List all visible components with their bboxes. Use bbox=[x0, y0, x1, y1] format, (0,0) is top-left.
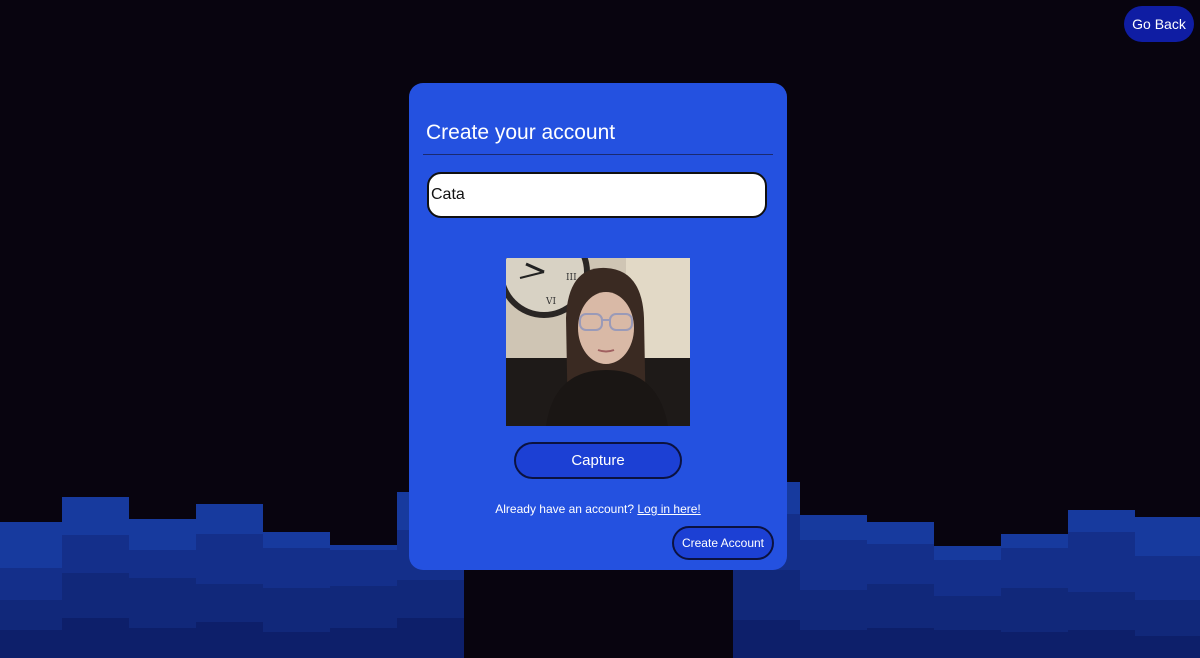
go-back-button[interactable]: Go Back bbox=[1124, 6, 1194, 42]
background-bar-segment bbox=[800, 515, 867, 540]
background-bar-segment bbox=[129, 578, 196, 628]
background-bar-segment bbox=[0, 630, 62, 658]
name-input[interactable] bbox=[427, 172, 767, 218]
background-bar-segment bbox=[263, 588, 330, 632]
webcam-preview: III VI bbox=[506, 258, 690, 426]
svg-text:VI: VI bbox=[545, 297, 556, 307]
background-bar-segment bbox=[0, 600, 62, 630]
background-bar-segment bbox=[0, 522, 62, 568]
page-title: Create your account bbox=[426, 121, 616, 144]
svg-text:III: III bbox=[566, 273, 577, 283]
signup-card: Create your account III VI bbox=[409, 83, 787, 570]
background-bar-segment bbox=[1068, 592, 1135, 630]
background-bar-segment bbox=[867, 584, 934, 628]
background-bar-segment bbox=[800, 540, 867, 590]
background-bar-segment bbox=[1068, 510, 1135, 532]
background-bar-segment bbox=[62, 573, 129, 618]
background-bar-segment bbox=[934, 630, 1001, 658]
background-bar-segment bbox=[1068, 532, 1135, 592]
background-bar-segment bbox=[1135, 600, 1200, 636]
background-bar-segment bbox=[196, 534, 263, 584]
background-bar-segment bbox=[934, 596, 1001, 630]
background-bar-segment bbox=[867, 522, 934, 544]
create-account-button[interactable]: Create Account bbox=[672, 526, 774, 560]
background-bar-segment bbox=[263, 632, 330, 658]
background-bar bbox=[62, 497, 129, 658]
capture-button[interactable]: Capture bbox=[514, 442, 682, 479]
background-bar-segment bbox=[129, 628, 196, 658]
background-bar-segment bbox=[1068, 630, 1135, 658]
login-link[interactable]: Log in here! bbox=[637, 502, 700, 516]
background-bar bbox=[867, 522, 934, 658]
background-bar bbox=[1135, 517, 1200, 658]
background-bar bbox=[196, 504, 263, 658]
background-bar-segment bbox=[330, 550, 397, 586]
background-bar-segment bbox=[330, 628, 397, 658]
login-prompt: Already have an account? Log in here! bbox=[409, 502, 787, 516]
background-bar bbox=[330, 545, 397, 658]
background-bar-segment bbox=[934, 546, 1001, 560]
background-bar-segment bbox=[800, 590, 867, 630]
background-bar-segment bbox=[1135, 636, 1200, 658]
background-bar-segment bbox=[62, 535, 129, 573]
background-bar-segment bbox=[129, 519, 196, 550]
background-bar-segment bbox=[867, 628, 934, 658]
background-bar-segment bbox=[1001, 588, 1068, 632]
background-bar-segment bbox=[397, 580, 464, 618]
background-bar bbox=[1001, 534, 1068, 658]
background-bar-segment bbox=[1135, 556, 1200, 600]
background-bar-segment bbox=[1001, 548, 1068, 588]
background-bar bbox=[0, 522, 62, 658]
signup-page: Go Back Create your account III VI bbox=[0, 0, 1200, 658]
background-bar-segment bbox=[733, 570, 800, 620]
background-bar bbox=[800, 515, 867, 658]
background-bar bbox=[263, 532, 330, 658]
background-bar-segment bbox=[934, 560, 1001, 596]
background-bar-segment bbox=[263, 548, 330, 588]
background-bar bbox=[934, 546, 1001, 658]
background-bar bbox=[129, 519, 196, 658]
background-bar-segment bbox=[733, 620, 800, 658]
background-bar bbox=[1068, 510, 1135, 658]
background-bar-segment bbox=[196, 622, 263, 658]
webcam-preview-image: III VI bbox=[506, 258, 690, 426]
background-bar-segment bbox=[397, 618, 464, 658]
background-bar-segment bbox=[129, 550, 196, 578]
background-bar-segment bbox=[1135, 517, 1200, 556]
background-bar-segment bbox=[263, 532, 330, 548]
background-bar-segment bbox=[196, 504, 263, 534]
background-bar-segment bbox=[196, 584, 263, 622]
background-bar-segment bbox=[0, 568, 62, 600]
background-bar-segment bbox=[62, 618, 129, 658]
background-bar-segment bbox=[867, 544, 934, 584]
background-bar-segment bbox=[1001, 632, 1068, 658]
login-prompt-text: Already have an account? bbox=[495, 502, 635, 516]
background-bar-segment bbox=[1001, 534, 1068, 548]
background-bar-segment bbox=[62, 497, 129, 535]
background-bar-segment bbox=[800, 630, 867, 658]
title-divider bbox=[423, 154, 773, 155]
background-bar-segment bbox=[330, 586, 397, 628]
